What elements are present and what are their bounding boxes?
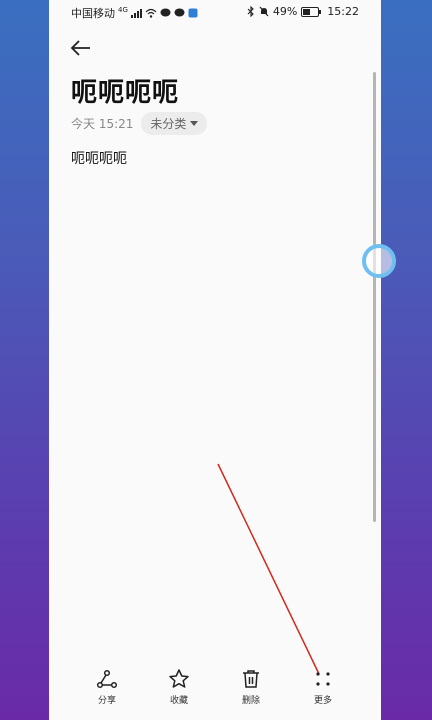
network-type-label: 4G — [118, 6, 128, 14]
share-label: 分享 — [97, 696, 116, 706]
bottom-toolbar: 分享 收藏 删除 更多 — [49, 668, 381, 720]
mute-bell-icon — [259, 6, 269, 17]
share-icon — [96, 669, 118, 689]
signal-icon — [130, 8, 142, 18]
status-left: 中国移动 4G — [71, 5, 198, 21]
app-notification-icon — [188, 8, 198, 18]
trash-icon — [243, 670, 259, 688]
share-button[interactable]: 分享 — [77, 668, 137, 706]
scrollbar[interactable] — [373, 72, 376, 522]
floating-assistant-ring[interactable] — [362, 244, 396, 278]
note-content[interactable]: 呃呃呃呃 — [71, 148, 127, 168]
status-bar: 中国移动 4G 49% 15:22 — [49, 0, 381, 24]
back-button[interactable] — [69, 36, 93, 60]
chat-bubble-icon — [160, 8, 171, 17]
status-right: 49% 15:22 — [247, 5, 359, 18]
note-title: 呃呃呃呃 — [71, 78, 180, 108]
battery-icon — [301, 6, 322, 17]
star-icon — [169, 669, 189, 688]
more-dots-icon — [316, 672, 330, 686]
wifi-icon — [145, 8, 157, 18]
clock-label: 15:22 — [327, 5, 359, 18]
delete-label: 删除 — [241, 696, 260, 706]
delete-button[interactable]: 删除 — [221, 668, 281, 706]
note-date: 今天 15:21 — [71, 117, 134, 131]
more-label: 更多 — [313, 696, 332, 706]
more-button[interactable]: 更多 — [293, 668, 353, 706]
note-screen: 中国移动 4G 49% 15:22 呃呃呃呃 今天 15:21 未分类 呃呃呃呃… — [49, 0, 381, 720]
back-arrow-icon — [70, 40, 90, 56]
chevron-down-icon — [190, 121, 199, 126]
category-label: 未分类 — [150, 117, 187, 131]
category-dropdown[interactable]: 未分类 — [141, 112, 208, 135]
chat-bubble-icon — [174, 8, 185, 17]
note-meta: 今天 15:21 未分类 — [71, 112, 208, 135]
carrier-label: 中国移动 — [71, 7, 115, 20]
battery-percent-label: 49% — [272, 5, 298, 18]
favorite-button[interactable]: 收藏 — [149, 668, 209, 706]
favorite-label: 收藏 — [169, 696, 188, 706]
bluetooth-icon — [247, 6, 254, 17]
